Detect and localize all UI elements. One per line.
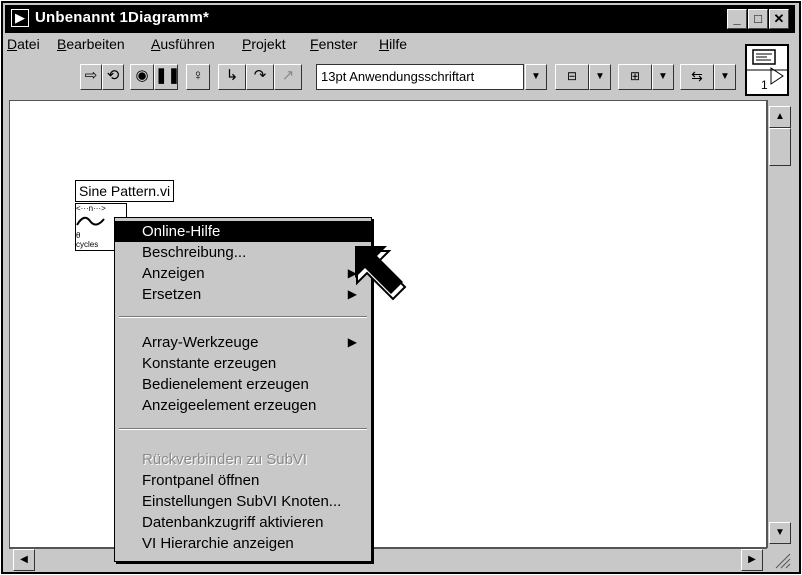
scroll-left-button[interactable]: ◀ bbox=[13, 549, 35, 571]
align-dropdown-arrow-icon[interactable]: ▼ bbox=[589, 64, 611, 90]
run-arrow-icon[interactable]: ⇨ bbox=[80, 64, 102, 90]
ctx-bedienelement-erzeugen[interactable]: Bedienelement erzeugen bbox=[115, 374, 371, 395]
subvi-icon-line: <···n···> bbox=[76, 204, 106, 213]
scroll-up-button[interactable]: ▲ bbox=[769, 106, 791, 128]
font-select[interactable]: 13pt Anwendungsschriftart bbox=[316, 64, 524, 90]
menu-bearbeiten[interactable]: Bearbeiten bbox=[57, 36, 125, 52]
connector-pane-icon[interactable]: 1 bbox=[745, 44, 789, 96]
resize-grip-icon[interactable] bbox=[768, 548, 792, 570]
menu-separator bbox=[119, 428, 367, 430]
menu-datei[interactable]: Datei bbox=[7, 36, 40, 52]
font-dropdown-arrow-icon[interactable]: ▼ bbox=[525, 64, 547, 90]
ctx-vi-hierarchie-anzeigen[interactable]: VI Hierarchie anzeigen bbox=[115, 533, 371, 554]
ctx-beschreibung[interactable]: Beschreibung... bbox=[115, 242, 371, 263]
menu-projekt[interactable]: Projekt bbox=[242, 36, 286, 52]
resize-grip-graphic-icon bbox=[775, 553, 791, 569]
align-icon[interactable]: ⊟ bbox=[555, 64, 589, 90]
close-button[interactable]: ✕ bbox=[769, 9, 789, 29]
ctx-konstante-erzeugen[interactable]: Konstante erzeugen bbox=[115, 353, 371, 374]
scroll-right-button[interactable]: ▶ bbox=[741, 549, 763, 571]
submenu-arrow-icon: ▶ bbox=[347, 335, 357, 349]
highlight-execution-icon[interactable]: ♀ bbox=[186, 64, 210, 90]
minimize-button[interactable]: _ bbox=[727, 9, 747, 29]
menu-hilfe[interactable]: Hilfe bbox=[379, 36, 407, 52]
vertical-scroll-thumb[interactable] bbox=[769, 128, 791, 166]
distribute-icon[interactable]: ⊞ bbox=[618, 64, 652, 90]
ctx-anzeigen[interactable]: Anzeigen ▶ bbox=[115, 263, 371, 284]
window-title: Unbenannt 1Diagramm* bbox=[35, 9, 210, 26]
pointer-arrow-icon bbox=[355, 246, 407, 301]
menu-fenster[interactable]: Fenster bbox=[310, 36, 357, 52]
ctx-rueckverbinden-disabled: Rückverbinden zu SubVI bbox=[142, 451, 308, 468]
subvi-label: Sine Pattern.vi bbox=[75, 180, 175, 202]
connector-pane-number: 1 bbox=[761, 78, 768, 92]
context-menu: Online-Hilfe Beschreibung... Anzeigen ▶ E… bbox=[114, 217, 372, 562]
vertical-scrollbar[interactable]: ▲ ▼ bbox=[767, 100, 793, 548]
menu-ausfuehren[interactable]: Ausführen bbox=[151, 36, 215, 52]
step-over-icon[interactable]: ↷ bbox=[246, 64, 274, 90]
run-continuously-icon[interactable]: ⟲ bbox=[102, 64, 124, 90]
ctx-array-werkzeuge[interactable]: Array-Werkzeuge ▶ bbox=[115, 332, 371, 353]
reorder-dropdown-arrow-icon[interactable]: ▼ bbox=[714, 64, 736, 90]
scroll-down-button[interactable]: ▼ bbox=[769, 522, 791, 544]
ctx-frontpanel-oeffnen[interactable]: Frontpanel öffnen bbox=[115, 470, 371, 491]
pause-icon[interactable]: ❚❚ bbox=[154, 64, 180, 90]
vi-window-icon[interactable]: ▶ bbox=[11, 9, 29, 27]
step-out-icon[interactable]: ↗ bbox=[274, 64, 302, 90]
ctx-ersetzen[interactable]: Ersetzen ▶ bbox=[115, 284, 371, 305]
ctx-anzeigeelement-erzeugen[interactable]: Anzeigeelement erzeugen bbox=[115, 395, 371, 416]
menu-separator bbox=[119, 316, 367, 318]
reorder-icon[interactable]: ⇆ bbox=[680, 64, 714, 90]
step-into-icon[interactable]: ↳ bbox=[218, 64, 246, 90]
abort-icon[interactable]: ◉ bbox=[130, 64, 154, 90]
title-bar[interactable]: ▶ Unbenannt 1Diagramm* _ □ ✕ bbox=[5, 5, 795, 33]
ctx-datenbankzugriff-aktivieren[interactable]: Datenbankzugriff aktivieren bbox=[115, 512, 371, 533]
maximize-button[interactable]: □ bbox=[748, 9, 768, 29]
ctx-einstellungen-subvi-knoten[interactable]: Einstellungen SubVI Knoten... bbox=[115, 491, 371, 512]
ctx-online-hilfe[interactable]: Online-Hilfe bbox=[115, 221, 371, 242]
distribute-dropdown-arrow-icon[interactable]: ▼ bbox=[652, 64, 674, 90]
